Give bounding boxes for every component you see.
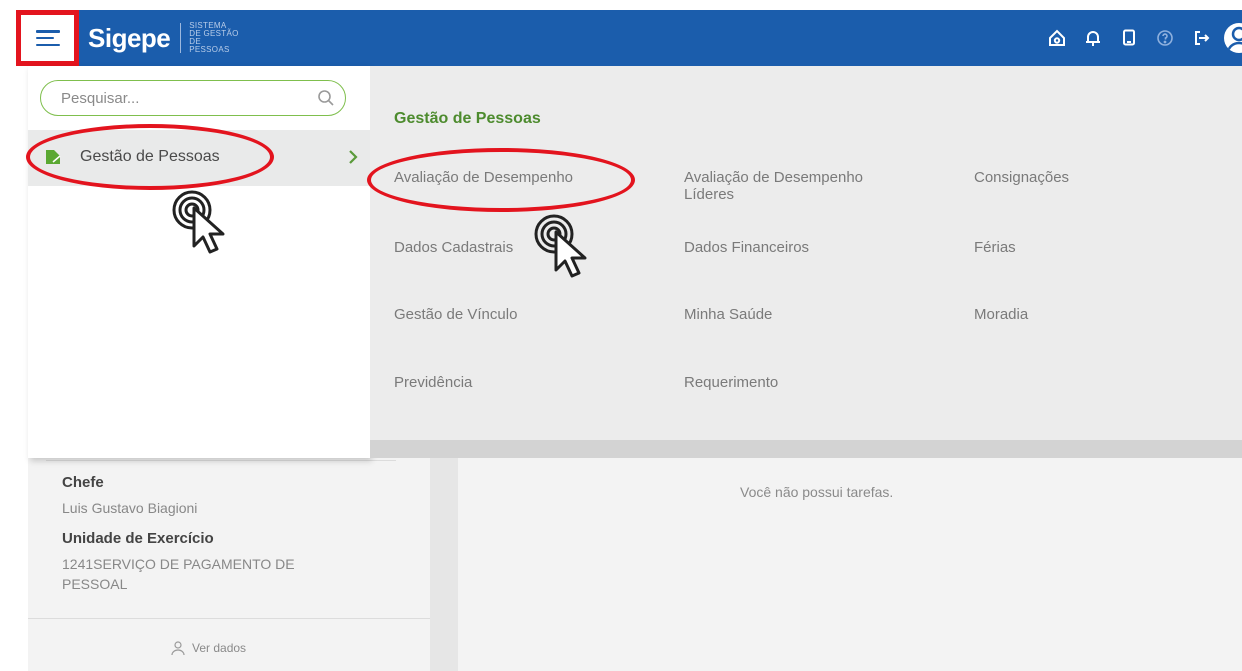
- no-tasks-message: Você não possui tarefas.: [740, 484, 894, 500]
- person-icon: [171, 641, 185, 656]
- submenu-link-dados-financeiros[interactable]: Dados Financeiros: [684, 239, 809, 256]
- submenu-link-consignacoes[interactable]: Consignações: [974, 169, 1069, 186]
- brand-logo[interactable]: Sigepe SISTEMA DE GESTÃO DE PESSOAS: [88, 18, 241, 58]
- user-avatar-icon[interactable]: [1224, 23, 1242, 53]
- chevron-right-icon: [349, 150, 358, 164]
- brand-separator: [180, 23, 182, 53]
- submenu-link-moradia[interactable]: Moradia: [974, 306, 1028, 323]
- ver-dados-link[interactable]: Ver dados: [170, 640, 246, 656]
- home-icon[interactable]: [1042, 23, 1072, 53]
- sidebar-item-gestao-de-pessoas[interactable]: Gestão de Pessoas: [28, 130, 370, 186]
- submenu-title: Gestão de Pessoas: [394, 110, 541, 127]
- submenu-bottom-shadow: [370, 440, 1242, 458]
- unidade-label: Unidade de Exercício: [62, 530, 214, 547]
- bell-icon[interactable]: [1078, 23, 1108, 53]
- submenu-link-minha-saude[interactable]: Minha Saúde: [684, 306, 772, 323]
- submenu-link-requerimento[interactable]: Requerimento: [684, 374, 778, 391]
- submenu-link-previdencia[interactable]: Previdência: [394, 374, 472, 391]
- top-header: Sigepe SISTEMA DE GESTÃO DE PESSOAS: [16, 10, 1242, 66]
- search-icon[interactable]: [317, 89, 335, 107]
- profile-card-divider: [28, 618, 430, 619]
- column-gutter: [430, 458, 458, 671]
- logout-icon[interactable]: [1186, 23, 1216, 53]
- chefe-value: Luis Gustavo Biagioni: [62, 500, 198, 516]
- mega-menu-left: Gestão de Pessoas: [28, 66, 370, 458]
- submenu-link-dados-cadastrais[interactable]: Dados Cadastrais: [394, 239, 513, 256]
- profile-card-divider-top: [46, 460, 396, 461]
- brand-name: Sigepe: [88, 22, 171, 53]
- folder-leaf-icon: [46, 150, 61, 164]
- search-box[interactable]: [40, 80, 346, 116]
- tablet-icon[interactable]: [1114, 23, 1144, 53]
- chefe-label: Chefe: [62, 474, 104, 491]
- unidade-value: 1241SERVIÇO DE PAGAMENTO DE PESSOAL: [62, 556, 295, 592]
- header-actions: [1036, 10, 1242, 66]
- sidebar-item-label: Gestão de Pessoas: [80, 148, 220, 165]
- mega-menu-submenu: Gestão de Pessoas Avaliação de Desempenh…: [370, 66, 1242, 454]
- submenu-link-ferias[interactable]: Férias: [974, 239, 1016, 256]
- submenu-link-avaliacao-desempenho-lideres[interactable]: Avaliação de Desempenho Líderes: [684, 169, 914, 203]
- ver-dados-label: Ver dados: [192, 641, 247, 655]
- brand-subtitle: SISTEMA DE GESTÃO DE PESSOAS: [189, 21, 239, 54]
- hamburger-icon: [35, 30, 60, 46]
- submenu-link-gestao-vinculo[interactable]: Gestão de Vínculo: [394, 306, 517, 323]
- hamburger-menu-button[interactable]: [16, 10, 79, 66]
- help-icon[interactable]: [1150, 23, 1180, 53]
- submenu-link-avaliacao-desempenho[interactable]: Avaliação de Desempenho: [394, 169, 573, 186]
- search-input[interactable]: [61, 90, 301, 107]
